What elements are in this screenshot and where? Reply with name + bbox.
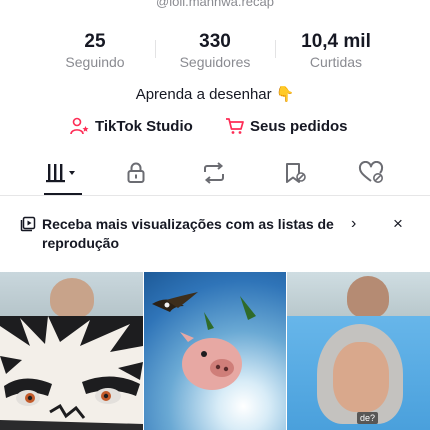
- orders-link[interactable]: Seus pedidos: [225, 115, 348, 137]
- stat-following-value: 25: [84, 31, 106, 52]
- stat-likes[interactable]: 10,4 mil Curtidas: [281, 30, 391, 70]
- repost-icon: [204, 162, 224, 184]
- stat-likes-label: Curtidas: [309, 54, 363, 70]
- video-thumbnail[interactable]: [0, 272, 143, 430]
- stat-following-label: Seguindo: [65, 54, 125, 70]
- woman-face: [333, 342, 389, 412]
- stat-followers-label: Seguidores: [179, 54, 251, 70]
- stat-following[interactable]: 25 Seguindo: [40, 30, 150, 70]
- stat-likes-value: 10,4 mil: [301, 31, 371, 52]
- chevron-right-icon[interactable]: ›: [351, 215, 356, 233]
- video-grid: de?: [0, 272, 430, 430]
- playlist-promo-banner[interactable]: Receba mais visualizações com as listas …: [0, 205, 430, 265]
- tiktok-studio-label: TikTok Studio: [95, 117, 193, 135]
- stat-followers-value: 330: [199, 31, 231, 52]
- tab-videos[interactable]: [34, 150, 90, 196]
- video-thumbnail[interactable]: de?: [287, 272, 430, 430]
- liked-heart-icon: [358, 161, 384, 183]
- banner-text: Receba mais visualizações com as listas …: [42, 216, 334, 251]
- orders-label: Seus pedidos: [250, 117, 348, 135]
- stat-followers[interactable]: 330 Seguidores: [160, 30, 270, 70]
- stat-divider: [155, 40, 156, 58]
- playlist-icon: [20, 216, 36, 232]
- lock-icon: [127, 162, 145, 183]
- eagle-and-pig-illustration: [152, 292, 256, 390]
- anime-drawing-frame: [0, 316, 143, 430]
- video-subtitle: de?: [357, 412, 379, 424]
- profile-handle: @loli.manhwa.recap: [156, 0, 274, 9]
- profile-bio: Aprenda a desenhar 👇: [0, 85, 430, 103]
- video-thumbnail[interactable]: [144, 272, 286, 430]
- active-tab-indicator: [44, 193, 82, 195]
- tab-favorites[interactable]: [267, 150, 323, 196]
- cart-icon: [226, 118, 244, 134]
- pointing-down-emoji: 👇: [275, 86, 295, 103]
- profile-links: TikTok Studio Seus pedidos: [0, 115, 430, 137]
- grid-icon: [46, 164, 75, 183]
- sky-frame: [144, 272, 286, 430]
- bio-text: Aprenda a desenhar: [135, 86, 272, 103]
- profile-stats: 25 Seguindo 330 Seguidores 10,4 mil Curt…: [0, 30, 430, 72]
- person-face: [50, 278, 94, 318]
- tiktok-studio-link[interactable]: TikTok Studio: [70, 115, 193, 137]
- stat-divider: [275, 40, 276, 58]
- tab-liked[interactable]: [344, 150, 400, 196]
- close-icon[interactable]: ×: [393, 214, 403, 234]
- anime-eyes-illustration: [0, 316, 143, 430]
- person-face: [347, 276, 389, 318]
- profile-tabs: [0, 150, 430, 196]
- bookmark-icon: [286, 163, 306, 183]
- tab-reposts[interactable]: [186, 150, 242, 196]
- studio-person-icon: [70, 117, 89, 135]
- tab-private[interactable]: [108, 150, 164, 196]
